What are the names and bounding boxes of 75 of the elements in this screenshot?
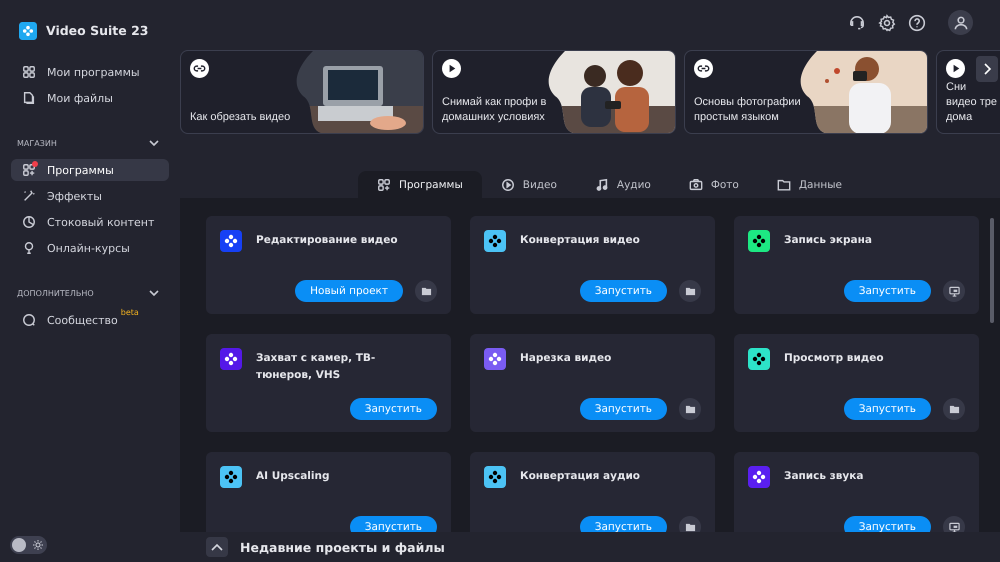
app-title: Захват с камер, ТВ-тюнеров, VHS <box>256 351 376 383</box>
category-tab[interactable]: Программы <box>358 171 482 198</box>
sidebar-item[interactable]: Онлайн-курсы <box>11 237 169 259</box>
app-logo <box>19 22 37 40</box>
music-note-icon <box>594 178 609 192</box>
card-title: Как обрезать видео <box>190 110 290 125</box>
folder-button[interactable] <box>679 516 701 532</box>
app-title: AI Upscaling <box>256 469 330 484</box>
app-title: Нарезка видео <box>520 351 612 366</box>
monitor-icon <box>948 522 960 532</box>
beta-tag: beta <box>120 308 139 317</box>
folder-icon <box>420 286 432 296</box>
folder-button[interactable] <box>679 398 701 420</box>
sidebar-item[interactable]: Мои программы <box>11 61 169 83</box>
expand-button[interactable] <box>206 537 228 557</box>
app-title: Конвертация аудио <box>520 469 642 484</box>
app-title: Конвертация видео <box>520 233 641 248</box>
app-title: Редактирование видео <box>256 233 399 248</box>
category-tab[interactable]: Видео <box>482 171 576 198</box>
user-avatar[interactable] <box>948 10 973 35</box>
card-title: Основы фотографии простым языком <box>694 95 801 125</box>
next-button[interactable] <box>976 56 998 82</box>
monitor-button[interactable] <box>943 516 965 532</box>
link-icon <box>190 59 209 78</box>
app-title: Запись звука <box>784 469 864 484</box>
section-title: ДОПОЛНИТЕЛЬНО <box>17 288 94 298</box>
category-tab[interactable]: Данные <box>758 171 861 198</box>
card-title: Сни видео тре дома <box>946 80 997 125</box>
camera-icon <box>688 178 703 192</box>
monitor-icon <box>948 286 960 296</box>
folder-button[interactable] <box>415 280 437 302</box>
tutorial-card[interactable]: Основы фотографии простым языком <box>684 50 928 134</box>
category-tab[interactable]: Фото <box>670 171 758 198</box>
theme-switch[interactable] <box>10 536 47 554</box>
tutorial-card[interactable]: Как обрезать видео <box>180 50 424 134</box>
sidebar-item[interactable]: Программы <box>11 159 169 181</box>
section-title: МАГАЗИН <box>17 138 57 148</box>
sidebar-item[interactable]: Мои файлы <box>11 87 169 109</box>
tutorial-card[interactable]: Снимай как профи в домашних условиях <box>432 50 676 134</box>
link-icon <box>694 59 713 78</box>
folder-button[interactable] <box>679 280 701 302</box>
wand-icon <box>22 189 36 203</box>
grid-icon <box>22 65 36 79</box>
settings-icon[interactable] <box>878 14 896 32</box>
app-title: Просмотр видео <box>784 351 885 366</box>
recent-title: Недавние проекты и файлы <box>240 540 445 554</box>
scrollbar[interactable] <box>990 218 994 323</box>
app-title: Запись экрана <box>784 233 873 248</box>
folder-icon <box>776 178 791 192</box>
grid-icon <box>22 163 36 177</box>
folder-icon <box>684 286 696 296</box>
pie-icon <box>22 215 36 229</box>
tutorial-card[interactable]: Сни видео тре дома <box>936 50 1000 134</box>
chevron-icon <box>211 543 223 551</box>
sun-icon <box>33 540 43 550</box>
play-icon <box>442 59 461 78</box>
sidebar-item[interactable]: Сообщество beta <box>11 309 169 331</box>
app-title: Video Suite 23 <box>46 23 148 38</box>
folder-icon <box>948 404 960 414</box>
folder-icon <box>684 404 696 414</box>
headset-icon[interactable] <box>848 14 866 32</box>
chat-icon <box>22 313 36 327</box>
help-icon[interactable] <box>908 14 926 32</box>
monitor-button[interactable] <box>943 280 965 302</box>
sidebar-item[interactable]: Эффекты <box>11 185 169 207</box>
bulb-icon <box>22 241 36 255</box>
play-icon <box>946 59 965 78</box>
file-icon <box>22 91 36 105</box>
grid-icon <box>377 178 391 192</box>
card-title: Снимай как профи в домашних условиях <box>442 95 546 125</box>
chevron-icon <box>982 63 992 75</box>
folder-button[interactable] <box>943 398 965 420</box>
play-icon <box>500 178 515 192</box>
category-tab[interactable]: Аудио <box>576 171 670 198</box>
sidebar-item[interactable]: Стоковый контент <box>11 211 169 233</box>
